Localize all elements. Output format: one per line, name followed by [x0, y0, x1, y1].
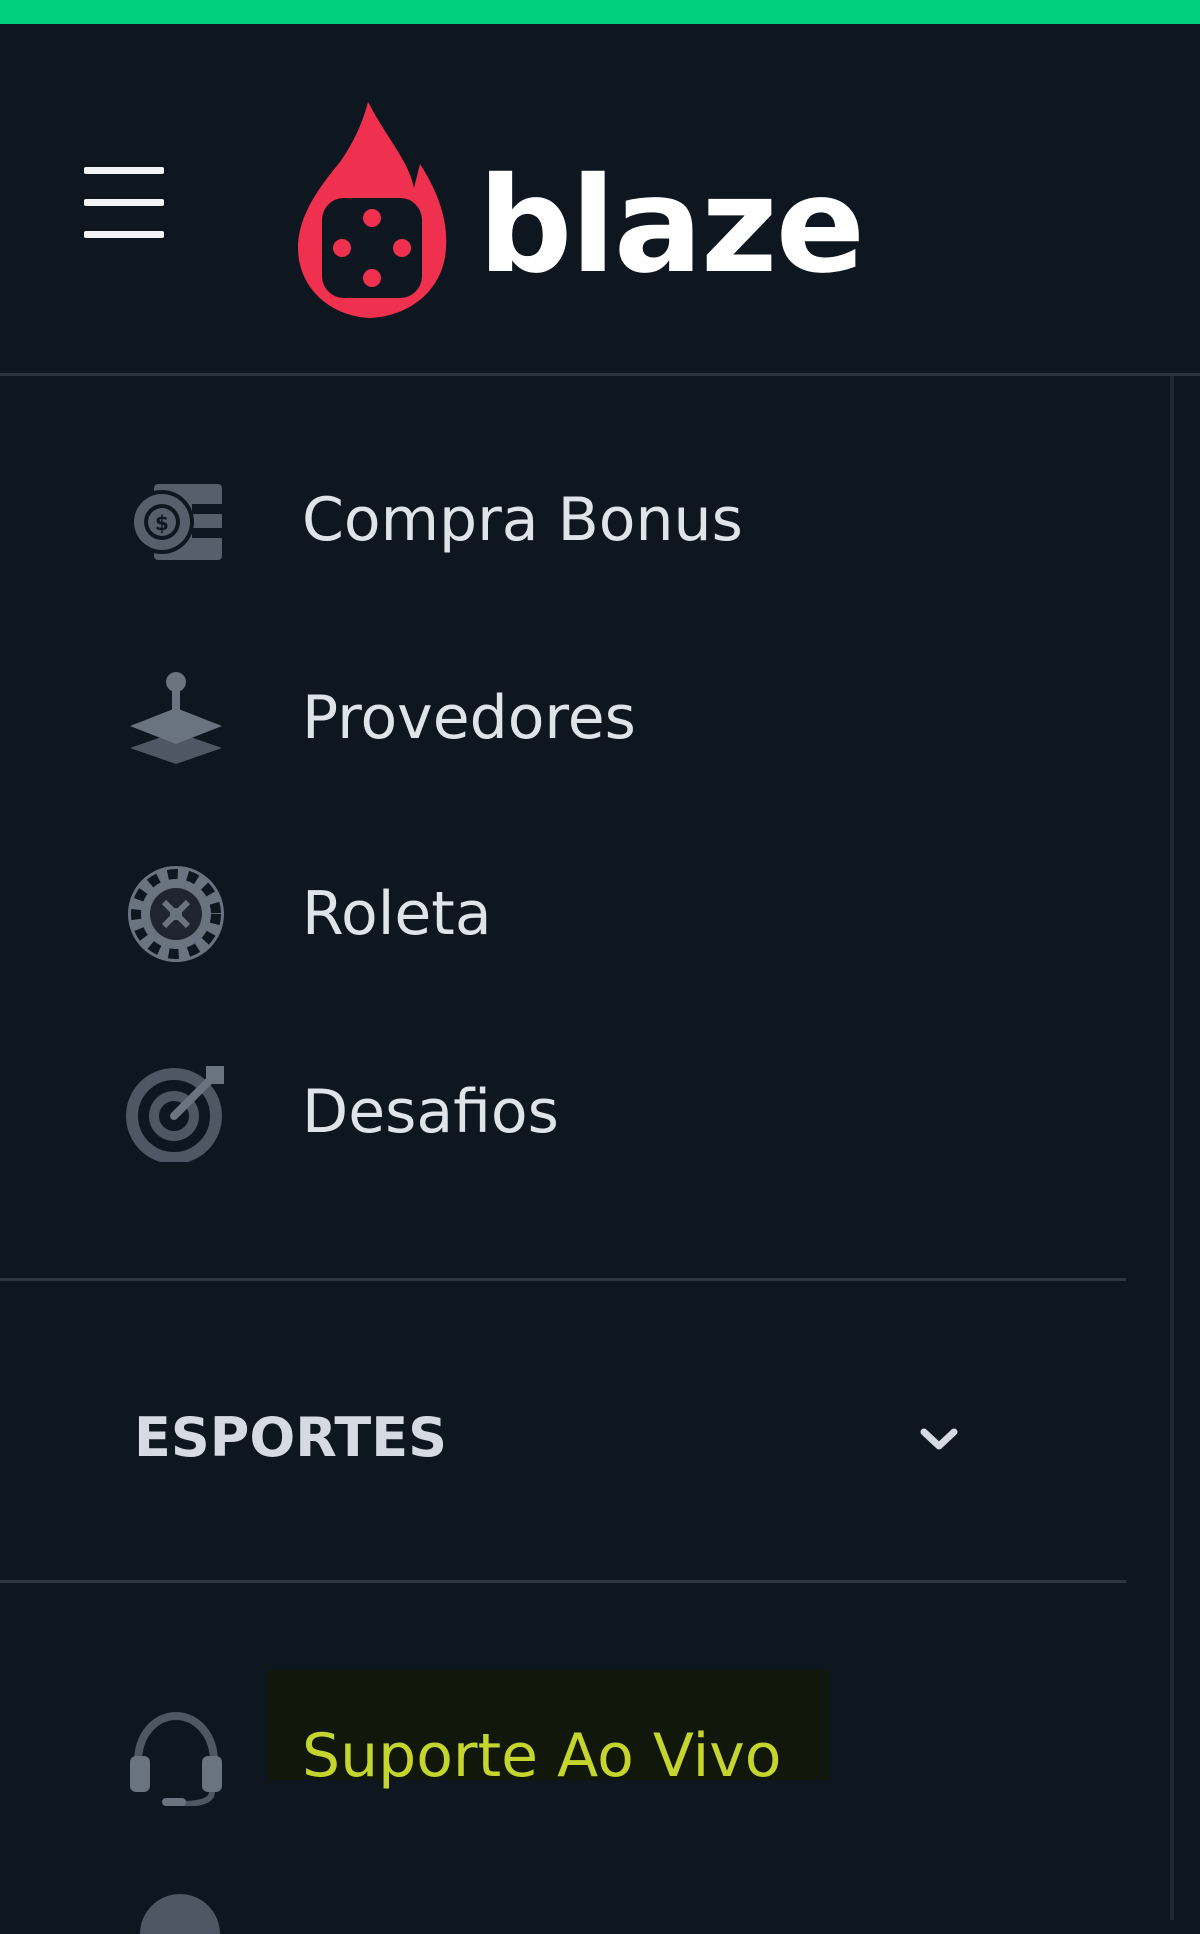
menu-item-label: Provedores	[302, 683, 636, 753]
coin-card-icon: $	[130, 484, 222, 560]
divider	[0, 1278, 1126, 1281]
joystick-layers-icon	[130, 672, 222, 764]
menu-item-label: Suporte Ao Vivo	[302, 1721, 782, 1791]
menu-item-label: Compra Bonus	[302, 485, 743, 555]
menu-item-roleta[interactable]: Roleta	[0, 854, 1120, 974]
menu-item-provedores[interactable]: Provedores	[0, 658, 1120, 778]
sports-section-toggle[interactable]: ESPORTES	[0, 1382, 1126, 1492]
top-accent-bar	[0, 0, 1200, 24]
menu-item-label: Desafios	[302, 1077, 559, 1147]
section-title: ESPORTES	[134, 1406, 448, 1469]
menu-item-suporte-ao-vivo[interactable]: Suporte Ao Vivo	[0, 1696, 1120, 1816]
divider	[0, 1580, 1126, 1583]
chevron-down-icon	[920, 1428, 958, 1450]
svg-text:$: $	[155, 511, 169, 535]
hamburger-menu-icon[interactable]	[84, 167, 164, 239]
roulette-chip-icon	[128, 866, 224, 962]
headset-icon	[130, 1711, 222, 1806]
menu-item-desafios[interactable]: Desafios	[0, 1052, 1120, 1172]
user-icon[interactable]	[140, 1894, 220, 1934]
target-arrow-icon	[126, 1066, 224, 1162]
menu-item-label: Roleta	[302, 879, 492, 949]
header: blaze	[0, 24, 1200, 376]
menu-item-compra-bonus[interactable]: $ Compra Bonus	[0, 460, 1120, 580]
scrollbar[interactable]	[1170, 376, 1174, 1920]
brand-logo[interactable]: blaze	[296, 102, 865, 332]
flame-dice-icon	[298, 102, 447, 318]
brand-name: blaze	[478, 149, 865, 303]
